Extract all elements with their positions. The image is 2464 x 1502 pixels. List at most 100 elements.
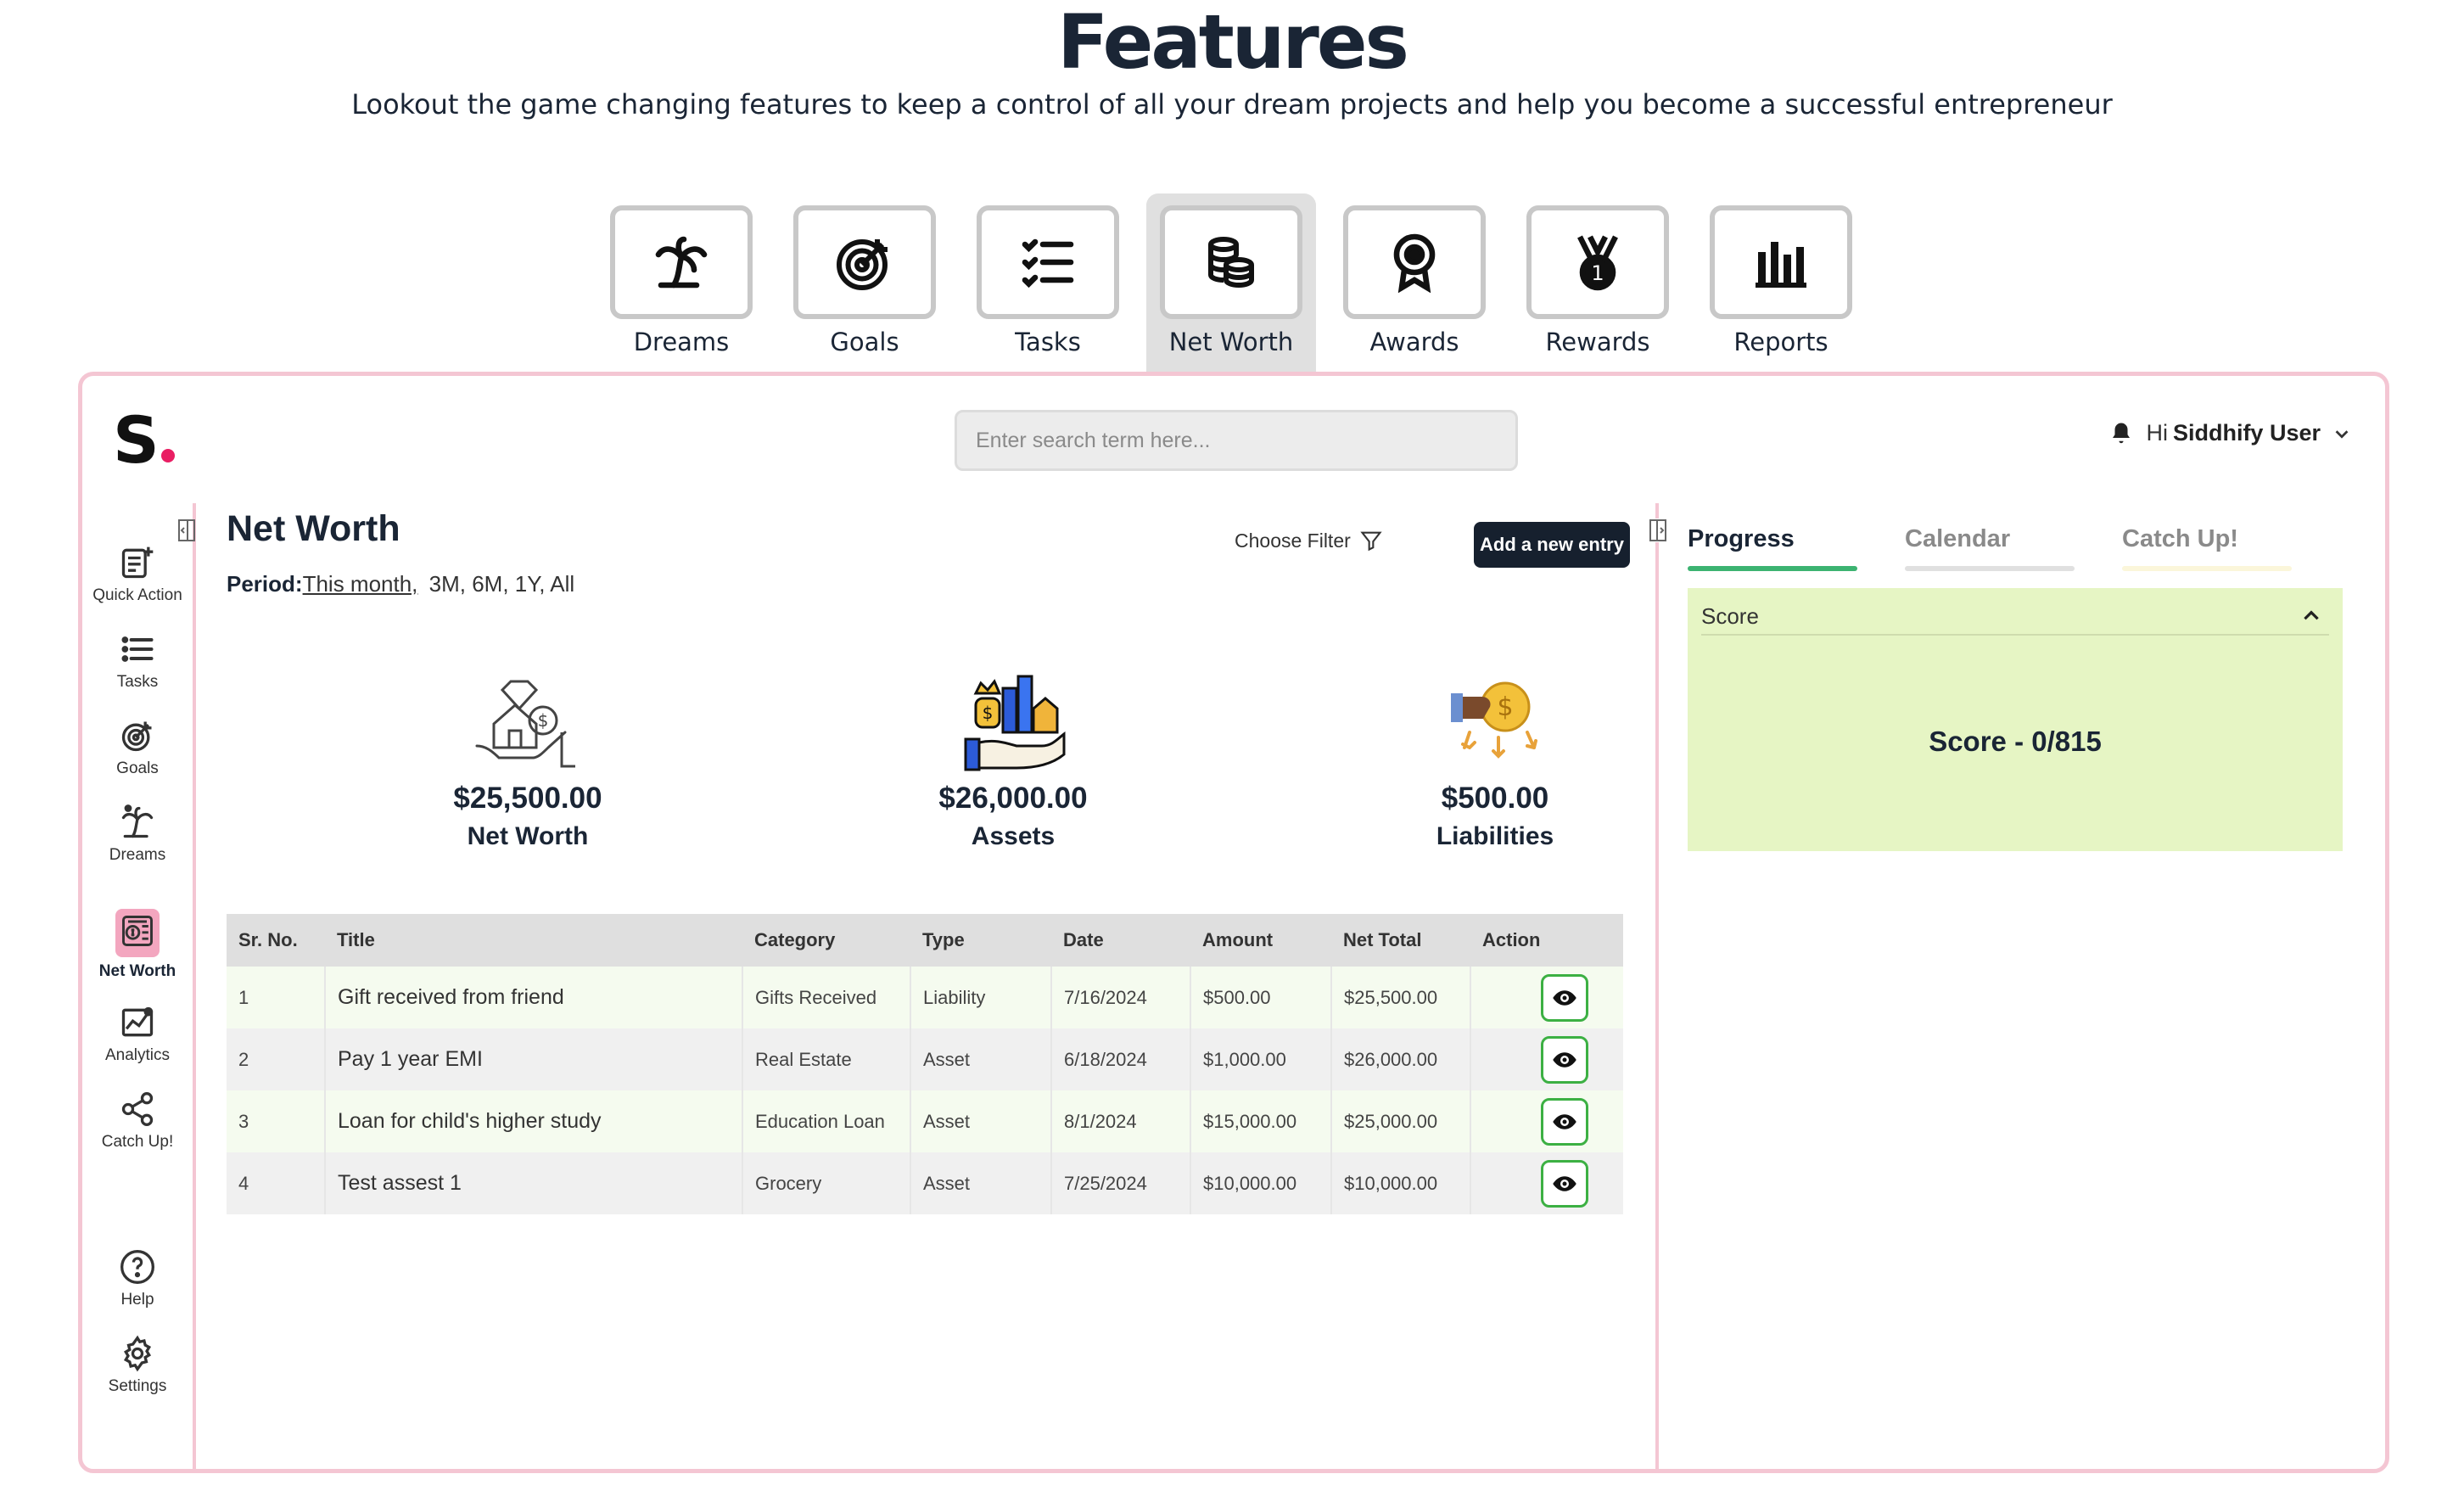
svg-text:1: 1	[1591, 261, 1604, 285]
feature-tab-label: Net Worth	[1168, 328, 1294, 356]
cell-type: Asset	[910, 1090, 1052, 1152]
feature-tab-label: Reports	[1733, 328, 1828, 356]
cell-sr: 3	[227, 1090, 326, 1152]
chevron-up-icon[interactable]	[2300, 605, 2322, 627]
feature-tab-goals[interactable]: Goals	[780, 193, 949, 373]
feature-tab-label: Dreams	[633, 328, 730, 356]
net-worth-icon	[122, 916, 153, 946]
cell-net-total: $25,000.00	[1331, 1090, 1471, 1152]
filter-icon	[1360, 531, 1382, 552]
cell-amount: $15,000.00	[1190, 1090, 1332, 1152]
liabilities-hand-coin-icon: $	[1451, 681, 1537, 759]
feature-tab-dreams[interactable]: Dreams	[596, 193, 766, 373]
col-header[interactable]: Title	[325, 914, 742, 967]
bell-icon[interactable]	[2108, 421, 2134, 446]
col-header[interactable]: Sr. No.	[227, 914, 325, 967]
col-header[interactable]: Amount	[1190, 914, 1331, 967]
cell-title: Test assest 1	[325, 1152, 743, 1214]
tab-underline	[2122, 566, 2292, 571]
collapse-sidebar-icon[interactable]	[177, 518, 196, 542]
sidebar-item-catch-up[interactable]: Catch Up!	[82, 1090, 193, 1152]
cell-type: Asset	[910, 1028, 1052, 1090]
col-header[interactable]: Category	[742, 914, 910, 967]
feature-tab-awards[interactable]: Awards	[1330, 193, 1499, 373]
sidebar: Quick Action Tasks Goals Dreams Net Wort…	[82, 503, 196, 1469]
user-menu[interactable]: Hi Siddhify User	[2108, 420, 2351, 446]
cell-type: Liability	[910, 967, 1052, 1028]
cell-date: 7/25/2024	[1051, 1152, 1191, 1214]
table-row: 1 Gift received from friend Gifts Receiv…	[227, 967, 1623, 1028]
tab-catch-up[interactable]: Catch Up!	[2122, 525, 2292, 571]
cell-date: 6/18/2024	[1051, 1028, 1191, 1090]
cell-title: Loan for child's higher study	[325, 1090, 743, 1152]
app-logo[interactable]: S	[113, 406, 175, 474]
score-value: Score - 0/815	[1929, 726, 2102, 757]
help-icon	[120, 1250, 154, 1284]
cell-type: Asset	[910, 1152, 1052, 1214]
cell-category: Education Loan	[742, 1090, 911, 1152]
eye-icon	[1553, 1051, 1576, 1068]
col-header[interactable]: Date	[1051, 914, 1190, 967]
cell-title: Pay 1 year EMI	[325, 1028, 743, 1090]
tab-underline	[1688, 566, 1857, 571]
score-panel: Score Score - 0/815	[1688, 588, 2343, 851]
feature-tab-reports[interactable]: Reports	[1696, 193, 1866, 373]
cell-action	[1470, 1028, 1623, 1090]
cell-sr: 2	[227, 1028, 326, 1090]
sidebar-item-tasks[interactable]: Tasks	[82, 631, 193, 692]
palm-tree-icon	[121, 804, 154, 838]
feature-tab-label: Goals	[830, 328, 899, 356]
analytics-icon	[121, 1006, 154, 1037]
sidebar-item-help[interactable]: Help	[82, 1248, 193, 1309]
table-row: 4 Test assest 1 Grocery Asset 7/25/2024 …	[227, 1152, 1623, 1214]
cell-category: Grocery	[742, 1152, 911, 1214]
sidebar-item-settings[interactable]: Settings	[82, 1335, 193, 1396]
cell-amount: $1,000.00	[1190, 1028, 1332, 1090]
page-title: Net Worth	[227, 508, 400, 549]
period-selector: Period:This month, 3M, 6M, 1Y, All	[227, 571, 574, 597]
search-input[interactable]	[955, 410, 1518, 471]
tab-progress[interactable]: Progress	[1688, 525, 1857, 571]
sidebar-item-dreams[interactable]: Dreams	[82, 804, 193, 865]
cell-title: Gift received from friend	[325, 967, 743, 1028]
tab-label: Catch Up!	[2122, 525, 2238, 552]
greeting-text: Hi	[2146, 420, 2168, 446]
add-entry-button[interactable]: Add a new entry	[1474, 522, 1630, 568]
cell-category: Real Estate	[742, 1028, 911, 1090]
period-option-active[interactable]: This month,	[303, 571, 418, 597]
right-panel-divider	[1655, 503, 1659, 1469]
period-options[interactable]: 3M, 6M, 1Y, All	[429, 571, 575, 597]
table-header-row: Sr. No. Title Category Type Date Amount …	[227, 914, 1623, 967]
feature-tab-net-worth[interactable]: Net Worth	[1146, 193, 1316, 373]
eye-icon	[1553, 1175, 1576, 1191]
feature-tab-label: Awards	[1369, 328, 1459, 356]
summary-assets: $ $26,000.00 Assets	[843, 664, 1183, 851]
target-icon	[837, 239, 888, 290]
svg-text:$: $	[538, 710, 549, 731]
sidebar-item-quick-action[interactable]: Quick Action	[82, 544, 193, 605]
sidebar-item-goals[interactable]: Goals	[82, 717, 193, 778]
award-icon	[1393, 233, 1436, 293]
col-header: Action	[1470, 914, 1623, 967]
view-entry-button[interactable]	[1541, 1035, 1588, 1084]
quick-action-icon	[121, 546, 154, 579]
feature-tab-tasks[interactable]: Tasks	[963, 193, 1133, 373]
choose-filter-button[interactable]: Choose Filter	[1235, 529, 1383, 552]
view-entry-button[interactable]	[1541, 1097, 1588, 1146]
cell-date: 7/16/2024	[1051, 967, 1191, 1028]
sidebar-item-analytics[interactable]: Analytics	[82, 1004, 193, 1065]
sidebar-item-net-worth[interactable]: Net Worth	[82, 909, 193, 981]
view-entry-button[interactable]	[1541, 1159, 1588, 1208]
feature-tab-rewards[interactable]: 1 Rewards	[1513, 193, 1683, 373]
gear-icon	[123, 1335, 152, 1372]
col-header[interactable]: Type	[910, 914, 1051, 967]
cell-sr: 4	[227, 1152, 326, 1214]
collapse-right-panel-icon[interactable]	[1649, 518, 1667, 542]
tab-calendar[interactable]: Calendar	[1905, 525, 2075, 571]
target-icon	[121, 721, 152, 752]
score-accordion-header[interactable]: Score	[1701, 598, 2329, 636]
view-entry-button[interactable]	[1541, 973, 1588, 1022]
net-worth-table: Sr. No. Title Category Type Date Amount …	[227, 914, 1623, 1214]
col-header[interactable]: Net Total	[1331, 914, 1470, 967]
logo-dot	[160, 449, 175, 462]
